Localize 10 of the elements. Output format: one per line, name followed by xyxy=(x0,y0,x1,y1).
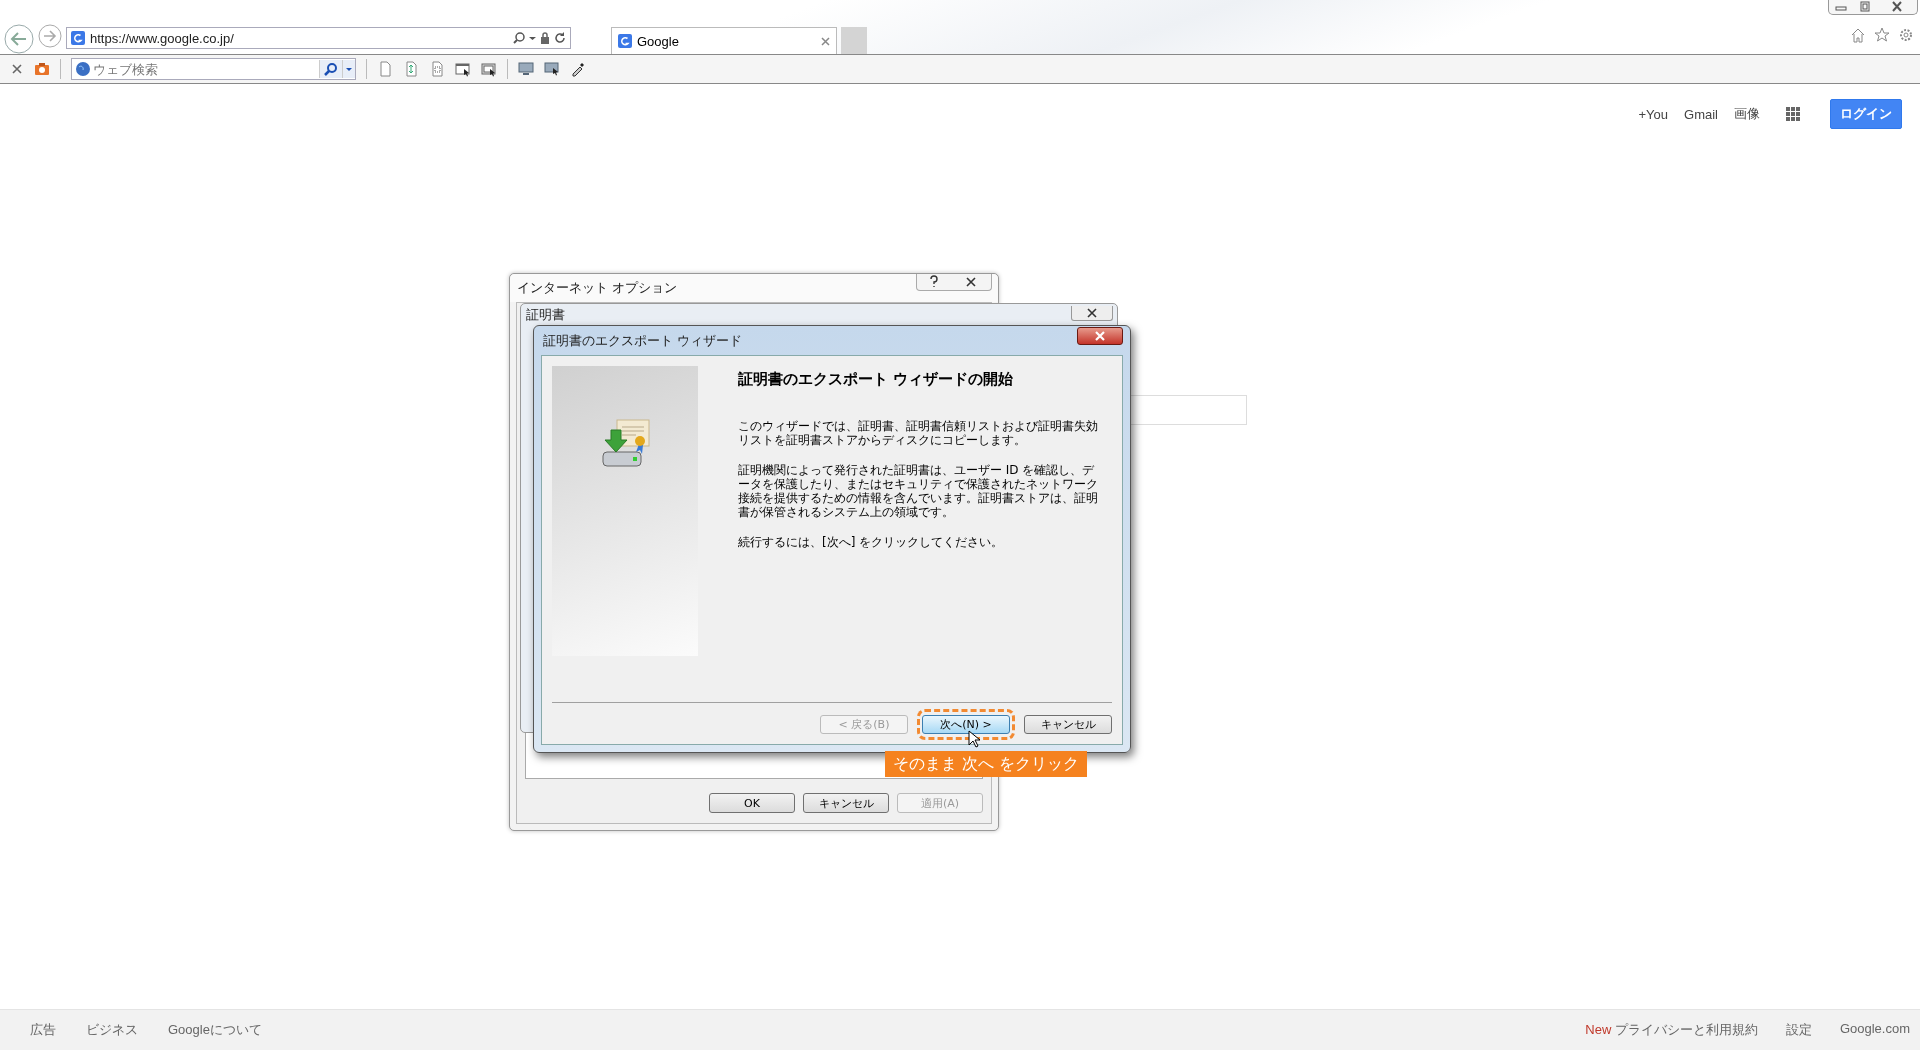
annotation-label: そのまま 次へ をクリック xyxy=(885,751,1087,777)
tab-label: Google xyxy=(637,33,680,49)
wizard-text: 証明機関によって発行された証明書は、ユーザー ID を確認し、データを保護したり、またはセキュリティで保護されたネットワーク接続を提供するための情報を含んでいます。証明書ストアは、証明書が保管されるシステム上の領域です。 xyxy=(738,463,1099,519)
window-title: 証明書 xyxy=(526,306,565,324)
wizard-heading: 証明書のエクスポート ウィザードの開始 xyxy=(738,370,1015,389)
wizard-text: 続行するには、[次へ] をクリックしてください。 xyxy=(738,535,1005,549)
window-title: 証明書のエクスポート ウィザード xyxy=(543,331,743,350)
window-title: インターネット オプション xyxy=(517,279,678,297)
url-text: https://www.google.co.jp/ xyxy=(90,30,235,46)
wizard-text: このウィザードでは、証明書、証明書信頼リストおよび証明書失効リストを証明書ストアからディスクにコピーします。 xyxy=(738,419,1099,447)
